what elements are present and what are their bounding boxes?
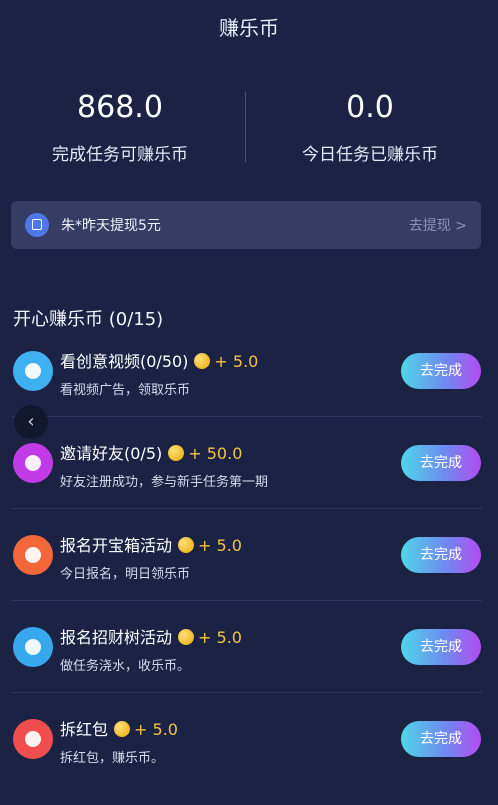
- icon-glyph: [25, 363, 41, 379]
- task-description: 今日报名，明日领乐币: [60, 567, 191, 582]
- task-row: 拆红包 + 5.0 拆红包，赚乐币。 去完成: [0, 713, 498, 805]
- task-row: 报名开宝箱活动 + 5.0 今日报名，明日领乐币 去完成: [0, 529, 498, 621]
- task-row: 报名招财树活动 + 5.0 做任务浇水，收乐币。 去完成: [0, 621, 498, 713]
- task-title-text: 看创意视频(0/50): [60, 352, 189, 371]
- task-description: 拆红包，赚乐币。: [60, 751, 165, 766]
- stat-earned-today: 0.0 今日任务已赚乐币: [250, 88, 490, 165]
- stat-value: 0.0: [346, 90, 394, 125]
- stats-panel: 868.0 完成任务可赚乐币 0.0 今日任务已赚乐币: [0, 88, 498, 168]
- task-title: 报名开宝箱活动 + 5.0: [60, 532, 242, 556]
- task-reward: + 5.0: [198, 536, 242, 555]
- complete-task-button[interactable]: 去完成: [401, 629, 481, 665]
- task-row: 邀请好友(0/5) + 50.0 好友注册成功，参与新手任务第一期 去完成: [0, 437, 498, 529]
- stat-label: 今日任务已赚乐币: [302, 145, 438, 165]
- coin-icon: [114, 721, 131, 737]
- row-divider: [12, 692, 482, 693]
- wallet-icon: [25, 213, 49, 237]
- coin-icon: [178, 537, 195, 553]
- stat-label: 完成任务可赚乐币: [52, 145, 188, 165]
- task-description: 看视频广告，领取乐币: [60, 383, 191, 398]
- complete-task-button[interactable]: 去完成: [401, 537, 481, 573]
- task-row: 看创意视频(0/50) + 5.0 看视频广告，领取乐币 去完成: [0, 345, 498, 437]
- treasure-box-icon: [13, 535, 53, 575]
- page-title: 赚乐币: [219, 16, 279, 40]
- stats-divider: [245, 92, 246, 162]
- complete-task-button[interactable]: 去完成: [401, 721, 481, 757]
- task-title: 邀请好友(0/5) + 50.0: [60, 440, 242, 464]
- user-icon: [13, 443, 53, 483]
- coin-icon: [194, 353, 211, 369]
- red-envelope-icon: [13, 719, 53, 759]
- complete-task-button[interactable]: 去完成: [401, 353, 481, 389]
- stat-available: 868.0 完成任务可赚乐币: [0, 88, 240, 165]
- chat-bubble-icon: [13, 351, 53, 391]
- coin-icon: [168, 445, 185, 461]
- task-description: 做任务浇水，收乐币。: [60, 659, 191, 674]
- task-title-text: 拆红包: [60, 720, 109, 739]
- withdraw-link[interactable]: 去提现 >: [409, 215, 467, 235]
- section-title: 开心赚乐币 (0/15): [13, 309, 164, 330]
- task-reward: + 50.0: [188, 444, 243, 463]
- tree-icon: [13, 627, 53, 667]
- task-reward: + 5.0: [198, 628, 242, 647]
- withdraw-banner[interactable]: 朱*昨天提现5元 去提现 >: [11, 201, 481, 249]
- row-divider: [12, 508, 482, 509]
- coin-icon: [178, 629, 195, 645]
- task-title: 看创意视频(0/50) + 5.0: [60, 348, 258, 372]
- icon-glyph: [25, 455, 41, 471]
- task-title: 报名招财树活动 + 5.0: [60, 624, 242, 648]
- back-arrow-icon[interactable]: ‹: [14, 405, 48, 439]
- icon-glyph: [25, 547, 41, 563]
- task-title-text: 邀请好友(0/5): [60, 444, 163, 463]
- task-title-text: 报名开宝箱活动: [60, 536, 173, 555]
- stat-value: 868.0: [77, 90, 163, 125]
- task-reward: + 5.0: [134, 720, 178, 739]
- row-divider: [12, 416, 482, 417]
- task-title-text: 报名招财树活动: [60, 628, 173, 647]
- complete-task-button[interactable]: 去完成: [401, 445, 481, 481]
- icon-glyph: [25, 639, 41, 655]
- withdraw-notice: 朱*昨天提现5元: [61, 218, 161, 234]
- task-reward: + 5.0: [214, 352, 259, 371]
- task-description: 好友注册成功，参与新手任务第一期: [60, 475, 269, 490]
- icon-glyph: [25, 731, 41, 747]
- row-divider: [12, 600, 482, 601]
- task-title: 拆红包 + 5.0: [60, 716, 178, 740]
